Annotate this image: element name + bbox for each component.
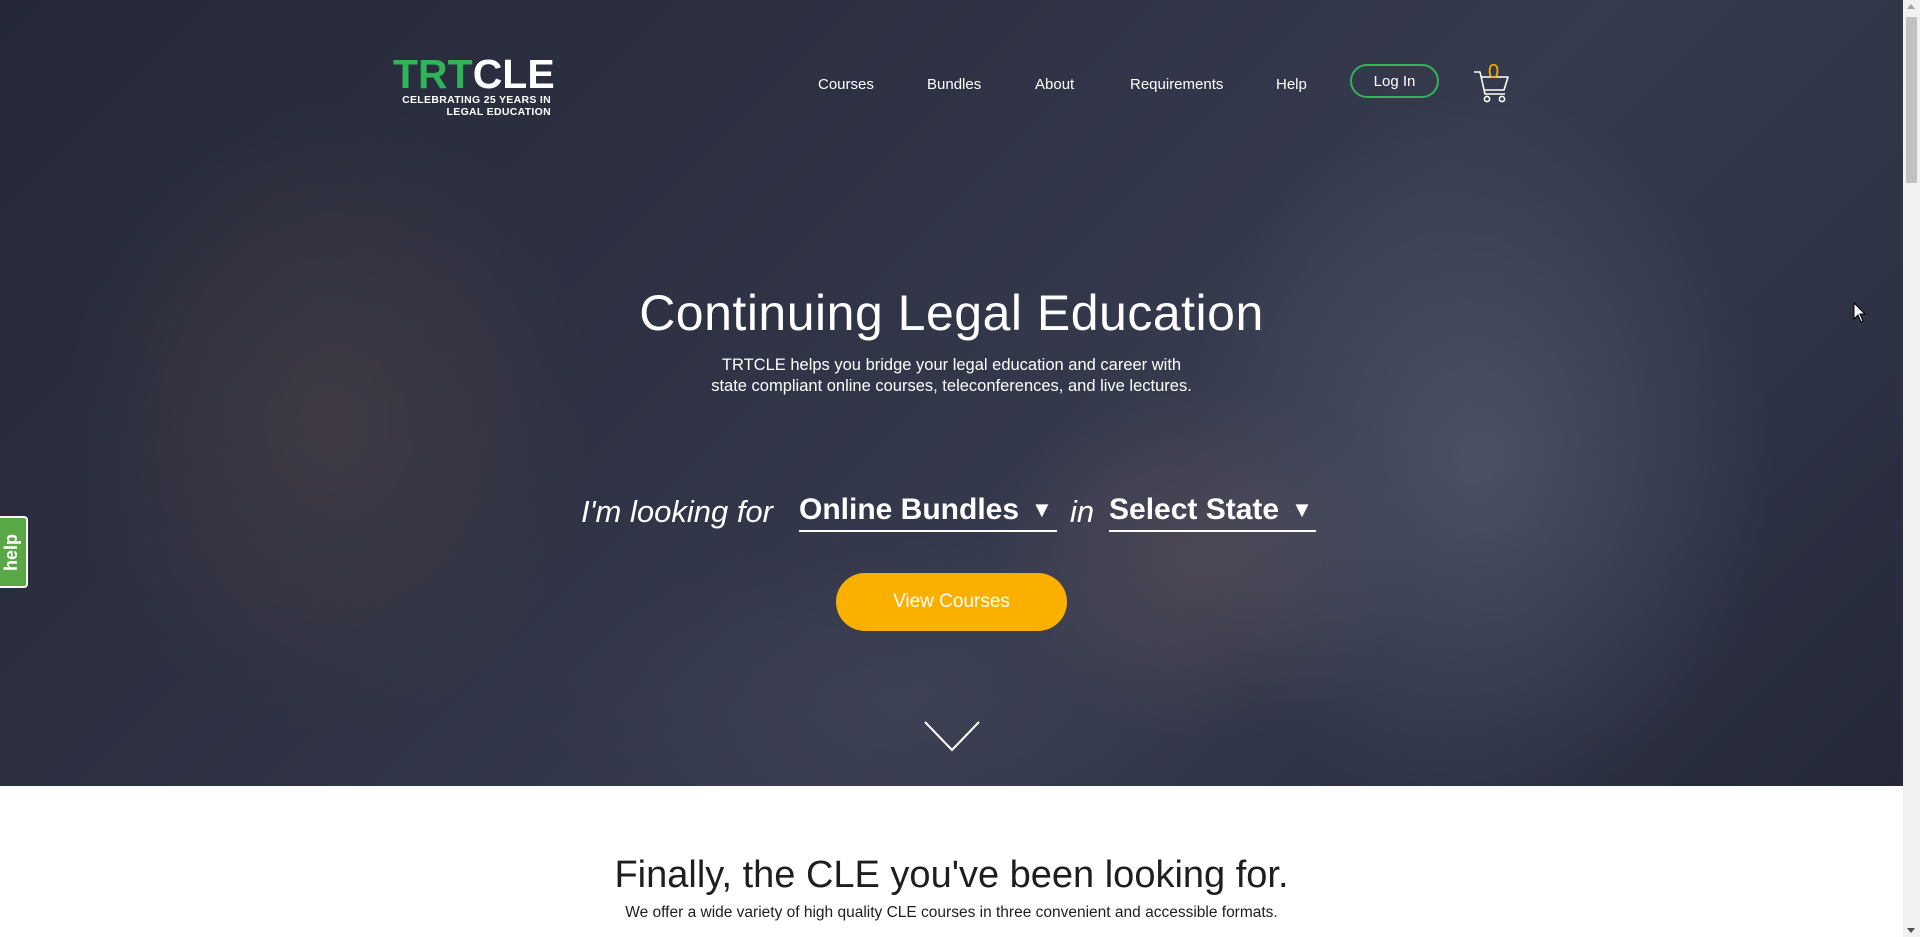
state-select[interactable]: Select State ▼ [1109,490,1316,532]
nav-bundles[interactable]: Bundles [927,76,981,93]
scrollbar-thumb[interactable] [1906,17,1917,183]
course-type-value: Online Bundles [799,493,1020,526]
finder-prefix: I'm looking for [581,494,773,529]
login-button[interactable]: Log In [1350,64,1439,98]
intro-title: Finally, the CLE you've been looking for… [614,854,1289,896]
scroll-down-icon[interactable] [924,720,980,752]
hero-section: TRTCLE CELEBRATING 25 YEARS IN LEGAL EDU… [0,0,1903,786]
logo-tagline-line2: LEGAL EDUCATION [446,106,551,118]
nav-requirements[interactable]: Requirements [1130,76,1223,93]
state-value: Select State [1109,493,1280,526]
course-type-caret-icon: ▼ [1031,497,1053,522]
finder-connector: in [1070,494,1095,529]
site-logo[interactable]: TRTCLE CELEBRATING 25 YEARS IN LEGAL EDU… [393,52,563,120]
logo-tagline: CELEBRATING 25 YEARS IN LEGAL EDUCATION [381,94,551,118]
page: TRTCLE CELEBRATING 25 YEARS IN LEGAL EDU… [0,0,1903,937]
logo-trt: TRT [393,51,473,97]
hero-subtitle-line2: state compliant online courses, teleconf… [711,377,1192,395]
scroll-up-arrow-icon[interactable] [1907,4,1915,9]
hero-title: Continuing Legal Education [639,285,1264,341]
course-finder: I'm looking for Online Bundles ▼ in Sele… [0,490,1903,534]
nav-help[interactable]: Help [1276,76,1307,93]
hero-subtitle-line1: TRTCLE helps you bridge your legal educa… [721,356,1182,374]
help-tab[interactable]: help [0,516,28,588]
intro-subtitle: We offer a wide variety of high quality … [625,904,1278,921]
help-tab-label: help [0,533,21,571]
nav-courses[interactable]: Courses [818,76,874,93]
logo-cle: CLE [472,51,555,97]
logo-wordmark: TRTCLE [393,52,555,96]
page-scrollbar[interactable] [1903,0,1920,937]
view-courses-button[interactable]: View Courses [836,573,1067,631]
cart-count-badge: 0 [1488,61,1500,83]
state-caret-icon: ▼ [1291,497,1313,522]
cart-button[interactable]: 0 [1472,61,1512,104]
nav-about[interactable]: About [1035,76,1074,93]
logo-tagline-line1: CELEBRATING 25 YEARS IN [402,94,551,106]
scroll-down-arrow-icon[interactable] [1907,928,1915,933]
mouse-cursor-icon [1853,302,1867,323]
hero-subtitle: TRTCLE helps you bridge your legal educa… [650,355,1253,397]
course-type-select[interactable]: Online Bundles ▼ [799,490,1057,532]
